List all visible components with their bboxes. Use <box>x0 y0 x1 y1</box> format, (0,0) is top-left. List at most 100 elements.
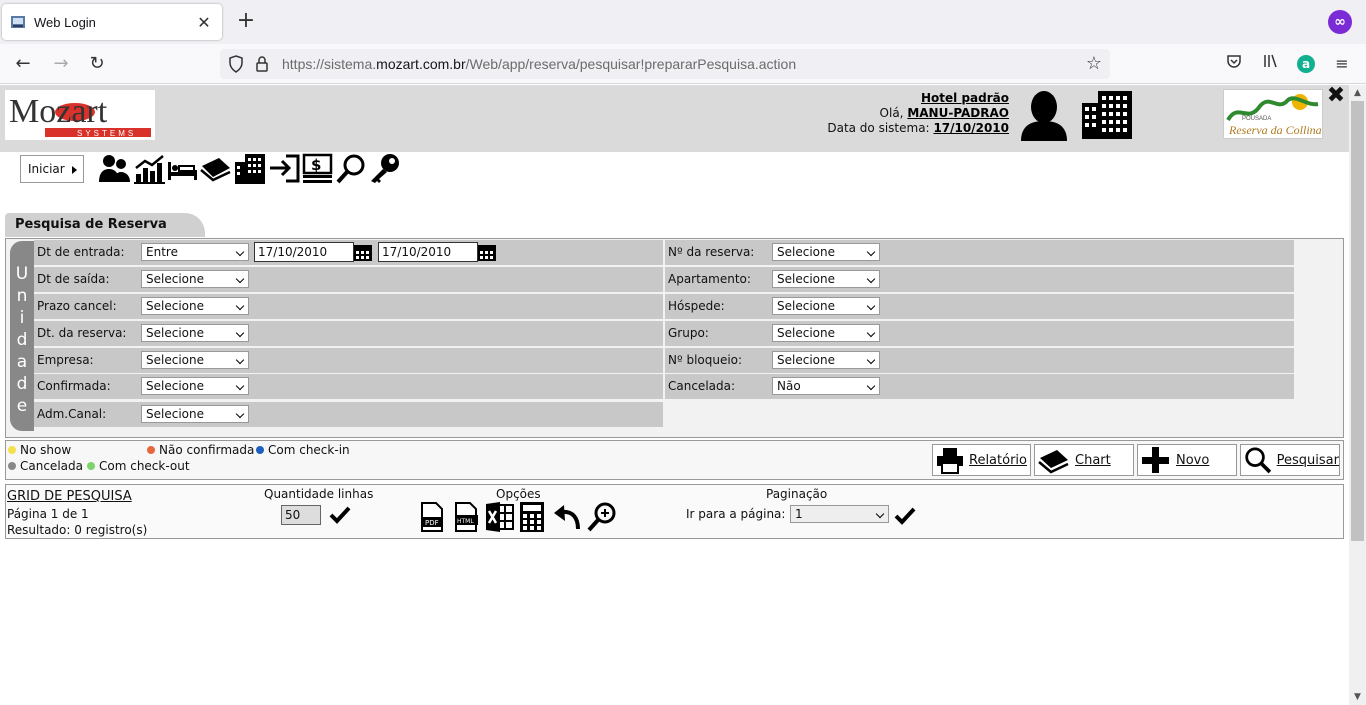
library-icon[interactable] <box>1258 52 1282 76</box>
entrada-select[interactable]: Entre <box>141 243 249 261</box>
page-select[interactable]: 1 <box>790 505 889 523</box>
filter-label: Cancelada: <box>668 379 736 393</box>
grid-title-link[interactable]: GRID DE PESQUISA <box>7 489 132 504</box>
building-icon[interactable] <box>234 152 267 185</box>
statistics-chart-icon[interactable] <box>133 152 166 185</box>
search-icon <box>1245 447 1272 474</box>
guests-icon[interactable] <box>98 152 131 185</box>
bookmark-star-icon[interactable]: ☆ <box>1086 53 1102 74</box>
adm-canal-select[interactable]: Selecione <box>141 405 249 423</box>
filter-label: Apartamento: <box>668 272 751 286</box>
system-date-link[interactable]: 17/10/2010 <box>933 121 1009 135</box>
filter-label: Nº da reserva: <box>668 245 755 259</box>
scroll-up-icon[interactable]: ▲ <box>1349 85 1366 101</box>
unit-side-tab[interactable]: U n i d a d e <box>10 241 34 431</box>
search-magnifier-icon[interactable] <box>335 152 368 185</box>
user-profile-icon[interactable] <box>1018 89 1070 141</box>
saida-select[interactable]: Selecione <box>141 270 249 288</box>
chart-button[interactable]: Chart <box>1034 444 1134 476</box>
header-info: Hotel padrão Olá, MANU-PADRAO Data do si… <box>827 91 1009 136</box>
status-dot-icon <box>87 462 95 470</box>
calendar-icon[interactable] <box>354 243 372 261</box>
browser-tab[interactable]: Web Login ✕ <box>2 4 222 40</box>
novo-button[interactable]: Novo <box>1137 444 1237 476</box>
filter-row-empresa: Empresa: Selecione <box>34 348 663 373</box>
dt-reserva-select[interactable]: Selecione <box>141 324 249 342</box>
confirm-check-icon[interactable] <box>329 505 351 525</box>
cancelada-select[interactable]: Não <box>772 377 880 395</box>
page-scrollbar[interactable]: ▲ ▼ <box>1349 85 1366 705</box>
hotel-logo: POUSADA Reserva da Collina <box>1223 89 1323 139</box>
unit-letter: d <box>16 330 28 350</box>
prazo-cancel-select[interactable]: Selecione <box>141 297 249 315</box>
filter-row-num-reserva: Nº da reserva: Selecione <box>665 240 1294 265</box>
unit-letter: d <box>16 374 28 394</box>
greeting: Olá, <box>879 106 904 120</box>
bed-icon[interactable] <box>166 152 199 185</box>
excel-export-icon[interactable] <box>485 501 515 533</box>
lock-icon[interactable] <box>254 55 270 73</box>
legend-no-show: No show <box>8 443 71 457</box>
zoom-search-icon[interactable] <box>587 501 617 533</box>
entrada-to-input[interactable]: 17/10/2010 <box>378 242 478 262</box>
back-icon[interactable]: ← <box>10 52 36 76</box>
unit-letter: U <box>15 264 29 284</box>
filter-row-cancelada: Cancelada: Não <box>665 374 1294 399</box>
hotel-name-link[interactable]: Hotel padrão <box>921 91 1009 105</box>
bloqueio-select[interactable]: Selecione <box>772 351 880 369</box>
printer-icon <box>937 448 963 474</box>
result-count: Resultado: 0 registro(s) <box>7 523 148 537</box>
filter-label: Prazo cancel: <box>37 299 117 313</box>
shield-icon[interactable] <box>228 55 244 73</box>
private-mask-icon[interactable]: ∞ <box>1328 10 1352 34</box>
hamburger-menu-icon[interactable]: ≡ <box>1330 52 1354 76</box>
hospede-select[interactable]: Selecione <box>772 297 880 315</box>
start-menu-button[interactable]: Iniciar <box>20 155 84 183</box>
search-grid-toolbar: GRID DE PESQUISA Página 1 de 1 Resultado… <box>5 484 1344 539</box>
pesquisar-button[interactable]: Pesquisar <box>1240 444 1340 476</box>
filter-row-prazo-cancel: Prazo cancel: Selecione <box>34 294 663 319</box>
close-tab-icon[interactable]: ✕ <box>194 13 214 32</box>
goto-page-label: Ir para a página: <box>686 507 786 521</box>
hotel-building-icon[interactable] <box>1080 89 1134 141</box>
user-link[interactable]: MANU-PADRAO <box>907 106 1009 120</box>
grupo-select[interactable]: Selecione <box>772 324 880 342</box>
url-bar[interactable]: https://sistema.mozart.com.br/Web/app/re… <box>220 49 1110 79</box>
apartamento-select[interactable]: Selecione <box>772 270 880 288</box>
cashier-dollar-icon[interactable]: $ <box>301 152 334 185</box>
extension-a-icon[interactable]: a <box>1297 55 1315 73</box>
reload-icon[interactable]: ↻ <box>84 52 110 76</box>
forward-icon[interactable]: → <box>48 52 74 76</box>
svg-text:$: $ <box>311 156 321 174</box>
filter-label: Dt de entrada: <box>37 245 125 259</box>
key-icon[interactable] <box>368 152 401 185</box>
new-tab-icon[interactable]: + <box>232 8 260 36</box>
legend-com-checkout: Com check-out <box>87 459 190 473</box>
plus-icon <box>1142 447 1169 473</box>
relatorio-button[interactable]: Relatório <box>932 444 1031 476</box>
empresa-select[interactable]: Selecione <box>141 351 249 369</box>
calendar-icon[interactable] <box>478 243 496 261</box>
close-icon[interactable]: ✖ <box>1325 85 1347 107</box>
money-notes-icon[interactable] <box>199 152 232 185</box>
scroll-thumb[interactable] <box>1351 101 1364 541</box>
filter-row-hospede: Hóspede: Selecione <box>665 294 1294 319</box>
qty-input[interactable]: 50 <box>281 505 321 525</box>
filter-row-grupo: Grupo: Selecione <box>665 321 1294 346</box>
scroll-down-icon[interactable]: ▼ <box>1349 689 1366 705</box>
status-dot-icon <box>8 462 16 470</box>
svg-text:HTML: HTML <box>457 518 474 525</box>
goto-check-icon[interactable] <box>894 506 916 526</box>
confirmada-select[interactable]: Selecione <box>141 377 249 395</box>
calculator-icon[interactable] <box>519 501 545 533</box>
num-reserva-select[interactable]: Selecione <box>772 243 880 261</box>
undo-arrow-icon[interactable] <box>552 503 582 533</box>
filter-label: Nº bloqueio: <box>668 353 743 367</box>
pocket-icon[interactable] <box>1222 52 1246 76</box>
checkin-arrow-icon[interactable] <box>268 152 301 185</box>
qty-label: Quantidade linhas <box>264 487 374 501</box>
pdf-export-icon[interactable]: PDF <box>418 501 446 533</box>
page-info: Página 1 de 1 <box>7 507 89 521</box>
entrada-from-input[interactable]: 17/10/2010 <box>254 242 354 262</box>
html-export-icon[interactable]: HTML <box>452 501 480 533</box>
